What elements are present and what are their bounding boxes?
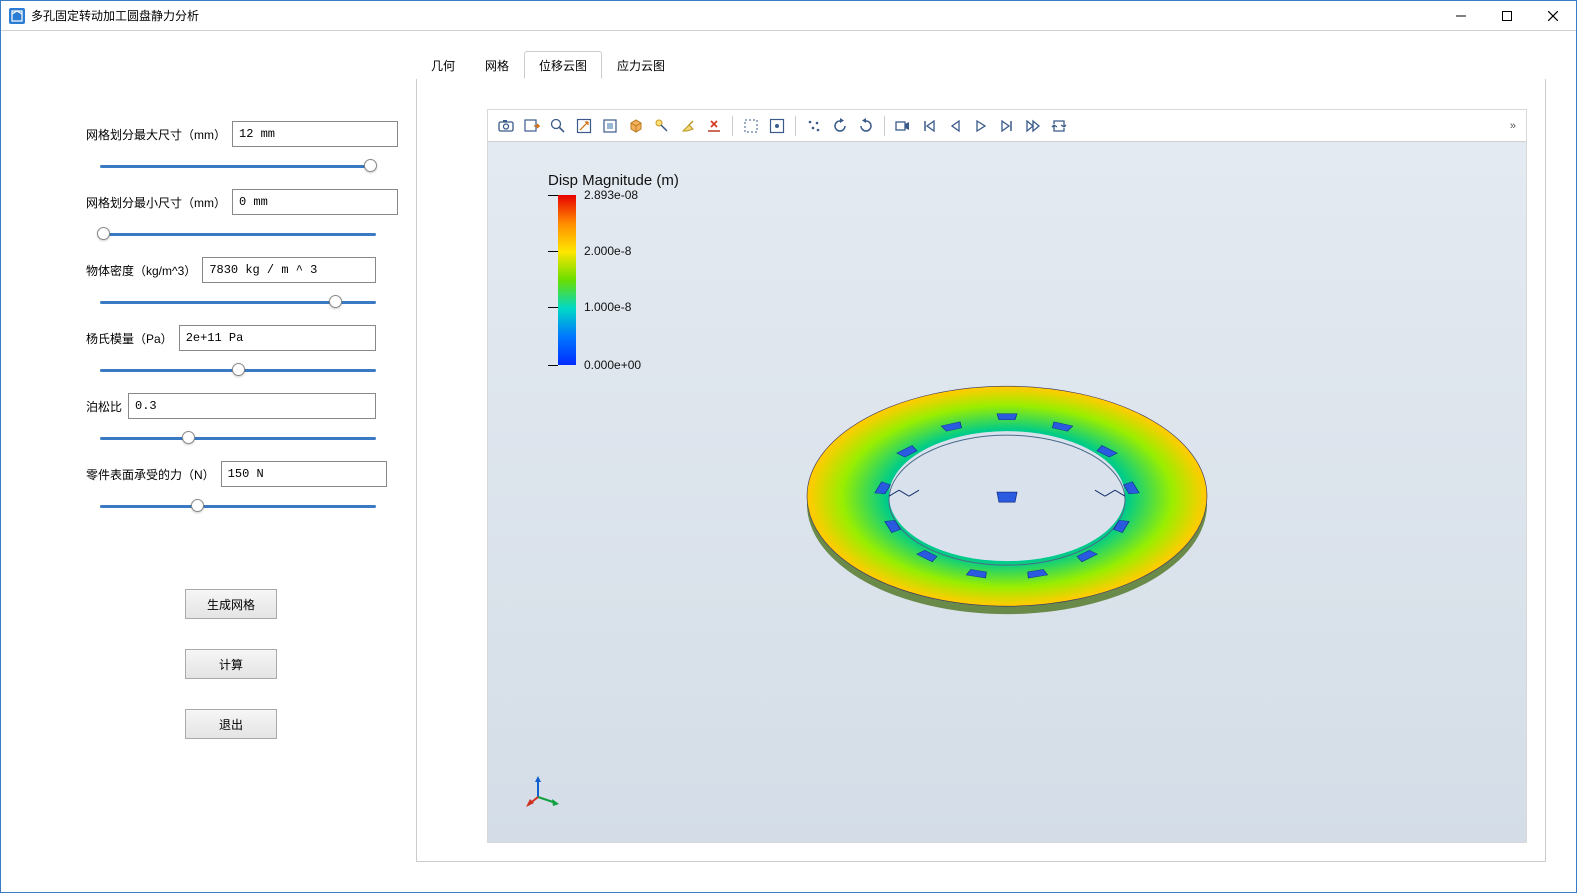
pan-icon[interactable]	[598, 114, 622, 138]
tab-displacement[interactable]: 位移云图	[524, 51, 602, 79]
legend-max: 2.893e-08	[584, 188, 638, 202]
close-button[interactable]	[1530, 1, 1576, 31]
box-orange-icon[interactable]	[624, 114, 648, 138]
tab-mesh[interactable]: 网格	[470, 51, 524, 79]
marquee-select-icon[interactable]	[739, 114, 763, 138]
tab-stress[interactable]: 应力云图	[602, 51, 680, 79]
force-input[interactable]	[221, 461, 387, 487]
mesh-min-input[interactable]	[232, 189, 398, 215]
first-frame-icon[interactable]	[917, 114, 941, 138]
mesh-max-input[interactable]	[232, 121, 398, 147]
disc-render	[787, 356, 1227, 639]
legend-t1: 1.000e-8	[584, 300, 631, 314]
force-slider[interactable]	[100, 497, 376, 515]
toolbar-overflow-icon[interactable]: »	[1510, 120, 1520, 132]
poisson-label: 泊松比	[86, 398, 122, 415]
camera-icon[interactable]	[494, 114, 518, 138]
density-slider[interactable]	[100, 293, 376, 311]
density-input[interactable]	[202, 257, 376, 283]
delete-icon[interactable]	[702, 114, 726, 138]
mesh-max-slider[interactable]	[100, 157, 376, 175]
titlebar: 多孔固定转动加工圆盘静力分析	[1, 1, 1576, 31]
zoom-icon[interactable]	[546, 114, 570, 138]
legend-t2: 2.000e-8	[584, 244, 631, 258]
loop-icon[interactable]	[1047, 114, 1071, 138]
scatter-icon[interactable]	[802, 114, 826, 138]
maximize-button[interactable]	[1484, 1, 1530, 31]
youngs-input[interactable]	[179, 325, 376, 351]
mesh-min-label: 网格划分最小尺寸（mm）	[86, 194, 226, 211]
mesh-max-label: 网格划分最大尺寸（mm）	[86, 126, 226, 143]
parameter-panel: 网格划分最大尺寸（mm） 网格划分最小尺寸（mm） 物体密度（kg/m^3） 杨…	[1, 31, 416, 892]
result-canvas[interactable]: Disp Magnitude (m)	[488, 142, 1526, 842]
rotate-ccw-icon[interactable]	[828, 114, 852, 138]
poisson-slider[interactable]	[100, 429, 376, 447]
fit-selection-icon[interactable]	[765, 114, 789, 138]
clear-icon[interactable]	[676, 114, 700, 138]
mesh-min-slider[interactable]	[100, 225, 376, 243]
tab-geometry[interactable]: 几何	[416, 51, 470, 79]
prev-frame-icon[interactable]	[943, 114, 967, 138]
generate-mesh-button[interactable]: 生成网格	[185, 589, 277, 619]
play-icon[interactable]	[969, 114, 993, 138]
compute-button[interactable]: 计算	[185, 649, 277, 679]
next-frame-icon[interactable]	[995, 114, 1019, 138]
record-icon[interactable]	[891, 114, 915, 138]
rotate-cw-icon[interactable]	[854, 114, 878, 138]
zoom-window-icon[interactable]	[572, 114, 596, 138]
pointer-icon[interactable]	[650, 114, 674, 138]
force-label: 零件表面承受的力（N）	[86, 466, 215, 483]
export-image-icon[interactable]	[520, 114, 544, 138]
last-frame-icon[interactable]	[1021, 114, 1045, 138]
density-label: 物体密度（kg/m^3）	[86, 262, 196, 279]
color-legend: Disp Magnitude (m)	[548, 172, 679, 365]
result-tabs: 几何 网格 位移云图 应力云图	[416, 51, 1546, 79]
exit-button[interactable]: 退出	[185, 709, 277, 739]
legend-min: 0.000e+00	[584, 358, 641, 372]
viewer-toolbar: »	[488, 110, 1526, 142]
app-icon	[9, 8, 25, 24]
legend-title: Disp Magnitude (m)	[548, 172, 679, 189]
poisson-input[interactable]	[128, 393, 376, 419]
minimize-button[interactable]	[1438, 1, 1484, 31]
axis-triad-icon	[526, 773, 562, 812]
youngs-slider[interactable]	[100, 361, 376, 379]
youngs-label: 杨氏模量（Pa）	[86, 330, 173, 347]
window-title: 多孔固定转动加工圆盘静力分析	[31, 7, 1438, 24]
